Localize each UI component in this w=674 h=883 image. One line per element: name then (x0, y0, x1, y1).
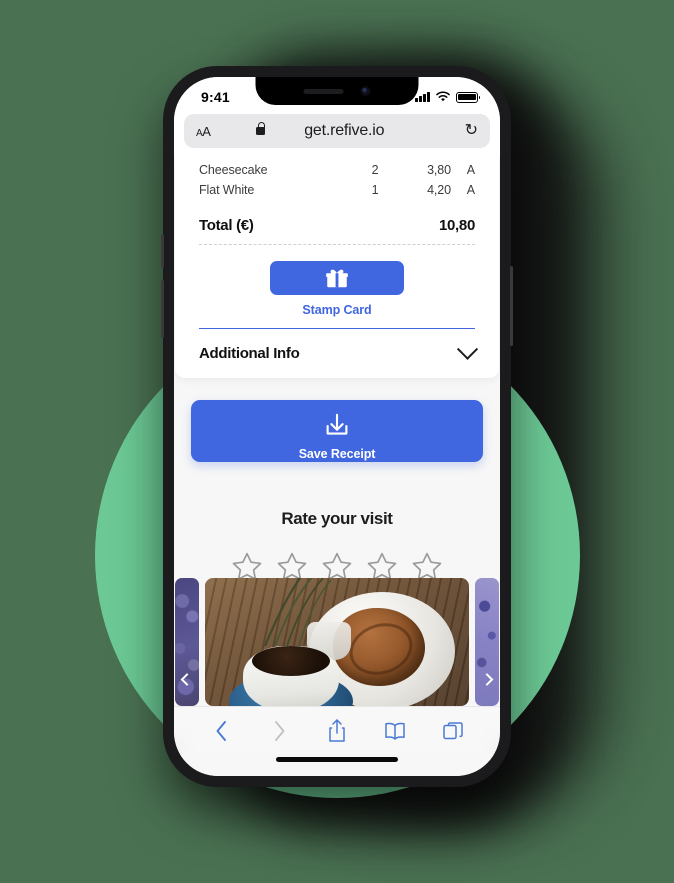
earpiece-speaker-icon (303, 88, 344, 94)
stamp-card-button[interactable] (270, 261, 404, 295)
carousel-prev-slide[interactable] (175, 578, 199, 706)
line-item-name: Cheesecake (199, 163, 268, 177)
stamp-card-section: Stamp Card (199, 261, 475, 317)
scene: 9:41 AA get.refive.io ↻ Cheesecake 2 3,8… (0, 0, 674, 883)
browser-chrome: AA get.refive.io ↻ (174, 111, 500, 156)
dashed-divider (199, 244, 475, 245)
line-item-tax: A (466, 183, 475, 197)
carousel-next-slide[interactable] (475, 578, 499, 706)
line-item-price: 4,20 (427, 183, 451, 197)
receipt-card: Cheesecake 2 3,80 A Flat White 1 4,20 A (175, 156, 499, 378)
text-size-button[interactable]: AA (196, 124, 211, 139)
chevron-down-icon (456, 338, 479, 360)
browser-back-button[interactable] (203, 713, 239, 749)
chevron-right-icon[interactable] (480, 673, 494, 686)
receipt-total-row: Total (€) 10,80 (199, 217, 475, 244)
address-bar[interactable]: AA get.refive.io ↻ (184, 114, 490, 148)
url-text[interactable]: get.refive.io (211, 122, 478, 140)
line-item-qty: 2 (371, 163, 379, 177)
phone-screen: 9:41 AA get.refive.io ↻ Cheesecake 2 3,8… (174, 77, 500, 776)
line-item-qty: 1 (371, 183, 379, 197)
status-bar-time: 9:41 (201, 89, 230, 105)
gift-icon (326, 269, 348, 288)
slide-coffee (252, 646, 330, 676)
tabs-icon (443, 721, 463, 739)
save-receipt-button[interactable]: Save Receipt (191, 400, 483, 462)
line-item-name: Flat White (199, 183, 255, 197)
web-page-content: Cheesecake 2 3,80 A Flat White 1 4,20 A (174, 156, 500, 706)
table-row: Flat White 1 4,20 A (199, 180, 475, 200)
line-item-price: 3,80 (427, 163, 451, 177)
chevron-left-icon[interactable] (180, 673, 194, 686)
wifi-icon (436, 91, 450, 102)
additional-info-label: Additional Info (199, 345, 300, 362)
total-value: 10,80 (438, 217, 475, 234)
phone-notch (255, 77, 419, 105)
browser-toolbar (174, 706, 500, 754)
share-icon (329, 719, 345, 742)
chevron-right-icon (274, 720, 284, 741)
front-camera-icon (360, 86, 371, 96)
lock-icon (256, 122, 266, 135)
additional-info-toggle[interactable]: Additional Info (199, 329, 479, 362)
book-icon (385, 722, 405, 740)
save-receipt-label: Save Receipt (298, 446, 376, 461)
carousel-active-slide[interactable] (205, 578, 469, 706)
power-button[interactable] (510, 266, 513, 346)
home-indicator[interactable] (276, 757, 398, 762)
status-bar-icons (415, 91, 481, 103)
browser-bookmarks-button[interactable] (377, 713, 413, 749)
cellular-signal-icon (415, 92, 430, 102)
promo-carousel (174, 578, 500, 706)
browser-tabs-button[interactable] (435, 713, 471, 749)
table-row: Cheesecake 2 3,80 A (199, 160, 475, 180)
home-indicator-area (174, 754, 500, 776)
chevron-left-icon (216, 720, 226, 741)
browser-share-button[interactable] (319, 713, 355, 749)
receipt-line-items: Cheesecake 2 3,80 A Flat White 1 4,20 A (199, 160, 475, 200)
browser-forward-button[interactable] (261, 713, 297, 749)
stamp-card-label: Stamp Card (302, 303, 372, 317)
line-item-tax: A (466, 163, 475, 177)
reload-icon[interactable]: ↻ (465, 123, 478, 139)
battery-icon (456, 91, 481, 103)
phone-mockup: 9:41 AA get.refive.io ↻ Cheesecake 2 3,8… (161, 66, 513, 787)
rate-visit-title: Rate your visit (281, 509, 393, 528)
total-label: Total (€) (199, 217, 254, 234)
download-icon (326, 413, 348, 435)
